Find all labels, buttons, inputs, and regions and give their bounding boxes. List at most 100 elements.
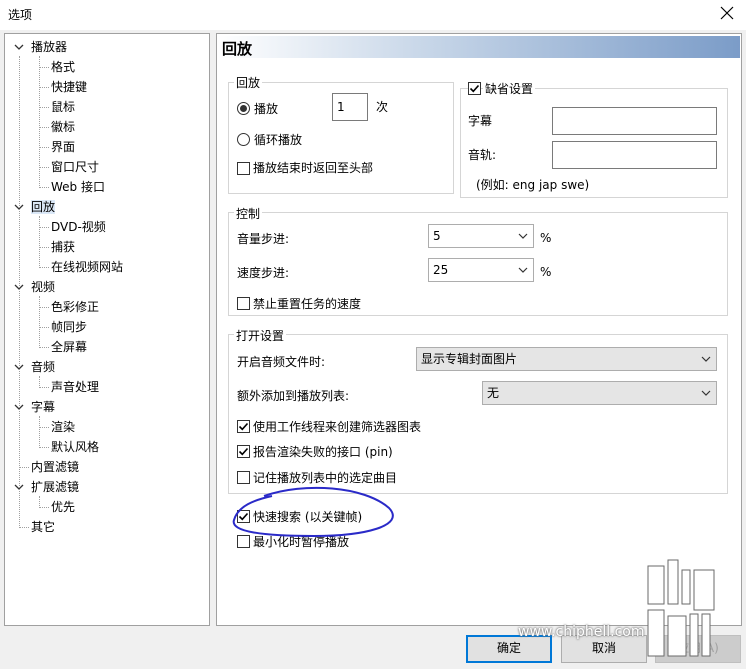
tree-item[interactable]: 捕获: [51, 238, 75, 256]
tree-connector: [39, 427, 49, 428]
report-fail-label: 报告渲染失败的接口 (pin): [253, 445, 393, 459]
chevron-down-icon: [701, 390, 711, 396]
language-example: (例如: eng jap swe): [476, 178, 590, 192]
close-button[interactable]: [716, 2, 738, 24]
speed-percent: %: [540, 265, 552, 279]
tree-item-label: 字幕: [31, 400, 56, 414]
tree-item[interactable]: 界面: [51, 138, 75, 156]
tree-item[interactable]: 内置滤镜: [31, 458, 79, 476]
audio-file-select[interactable]: 显示专辑封面图片: [416, 347, 717, 371]
audio-track-input[interactable]: [552, 141, 717, 169]
tree-item-label: 声音处理: [51, 380, 100, 394]
loop-label: 循环播放: [254, 133, 303, 147]
report-fail-checkbox[interactable]: [237, 445, 250, 458]
check-icon: [238, 447, 249, 456]
page-header-bar: [218, 36, 740, 58]
tree-connector: [39, 147, 49, 148]
tree-item[interactable]: DVD-视频: [51, 218, 106, 236]
subtitle-input[interactable]: [552, 107, 717, 135]
tree-connector: [39, 167, 49, 168]
tree-item[interactable]: 扩展滤镜: [31, 478, 79, 496]
tree-connector: [39, 87, 49, 88]
options-tree[interactable]: 播放器格式快捷键鼠标徽标界面窗口尺寸 Web 接口回放 DVD-视频捕获在线视频网站…: [4, 33, 210, 626]
tree-item[interactable]: 声音处理: [51, 378, 99, 396]
tree-item[interactable]: 播放器: [31, 38, 67, 56]
tree-item[interactable]: Web 接口: [51, 178, 105, 196]
tree-item[interactable]: 快捷键: [51, 78, 87, 96]
playback-group-title: 回放: [234, 74, 263, 91]
tree-item-label: 在线视频网站: [51, 260, 124, 274]
tree-item-label: 全屏幕: [51, 340, 88, 354]
tree-item[interactable]: 优先: [51, 498, 75, 516]
tree-item[interactable]: 默认风格: [51, 438, 99, 456]
times-unit-label: 次: [376, 100, 389, 114]
tree-item-label: 渲染: [51, 420, 76, 434]
disable-reset-checkbox[interactable]: [237, 297, 250, 310]
chiphell-watermark-logo: [647, 559, 715, 657]
tree-connector: [19, 467, 29, 468]
tree-item-label: 音频: [31, 360, 56, 374]
tree-item[interactable]: 色彩修正: [51, 298, 99, 316]
annotation-circle: [232, 486, 394, 538]
tree-connector: [39, 67, 49, 68]
disable-reset-label: 禁止重置任务的速度: [253, 297, 362, 311]
default-settings-title: 缺省设置: [483, 80, 536, 97]
tree-item-label: 鼠标: [51, 100, 76, 114]
append-playlist-value: 无: [487, 386, 500, 400]
speed-step-select[interactable]: 25: [428, 258, 534, 282]
tree-item-label: DVD-视频: [51, 220, 106, 234]
audio-track-label: 音轨:: [468, 148, 497, 162]
tree-item[interactable]: 窗口尺寸: [51, 158, 99, 176]
tree-item[interactable]: 格式: [51, 58, 75, 76]
tree-root-line: [19, 56, 20, 528]
tree-connector: [39, 447, 49, 448]
tree-item-label: 默认风格: [51, 440, 100, 454]
tree-item-label: 徽标: [51, 120, 76, 134]
tree-connector: [39, 347, 49, 348]
tree-item[interactable]: 鼠标: [51, 98, 75, 116]
tree-connector: [39, 107, 49, 108]
tree-item[interactable]: 在线视频网站: [51, 258, 123, 276]
tree-item[interactable]: 字幕: [31, 398, 55, 416]
tree-item-label: 快捷键: [51, 80, 88, 94]
tree-item-label: 界面: [51, 140, 76, 154]
worker-thread-checkbox[interactable]: [237, 420, 250, 433]
tree-item-label: 窗口尺寸: [51, 160, 100, 174]
tree-connector: [39, 307, 49, 308]
tree-item[interactable]: 渲染: [51, 418, 75, 436]
tree-branch-line: [39, 496, 40, 506]
remember-track-checkbox[interactable]: [237, 471, 250, 484]
tree-item[interactable]: 帧同步: [51, 318, 87, 336]
control-group-title: 控制: [234, 205, 263, 222]
tree-item-label: Web 接口: [51, 180, 105, 194]
tree-item[interactable]: 徽标: [51, 118, 75, 136]
play-radio[interactable]: [237, 102, 250, 115]
remember-track-label: 记住播放列表中的选定曲目: [253, 471, 398, 485]
tree-item-label: 色彩修正: [51, 300, 100, 314]
append-playlist-select[interactable]: 无: [482, 381, 717, 405]
tree-item[interactable]: 回放: [31, 198, 56, 216]
tree-item-label: 扩展滤镜: [31, 480, 80, 494]
tree-item-label: 格式: [51, 60, 76, 74]
check-icon: [238, 422, 249, 431]
tree-item[interactable]: 其它: [31, 518, 55, 536]
loop-radio[interactable]: [237, 133, 250, 146]
tree-item-label: 优先: [51, 500, 76, 514]
rewind-checkbox[interactable]: [237, 162, 250, 175]
play-label: 播放: [254, 102, 279, 116]
chevron-down-icon: [518, 233, 528, 239]
play-count-input[interactable]: [332, 93, 368, 121]
worker-thread-label: 使用工作线程来创建筛选器图表: [253, 420, 422, 434]
tree-item[interactable]: 全屏幕: [51, 338, 87, 356]
default-settings-checkbox[interactable]: [468, 82, 481, 95]
rewind-label: 播放结束时返回至头部: [253, 161, 374, 175]
chevron-down-icon: [518, 267, 528, 273]
tree-item[interactable]: 音频: [31, 358, 55, 376]
tree-item[interactable]: 视频: [31, 278, 55, 296]
volume-percent: %: [540, 231, 552, 245]
expand-chevron-icon[interactable]: [13, 41, 25, 53]
open-settings-title: 打开设置: [234, 327, 287, 344]
tree-connector: [39, 187, 49, 188]
tree-item-label: 内置滤镜: [31, 460, 80, 474]
volume-step-select[interactable]: 5: [428, 224, 534, 248]
